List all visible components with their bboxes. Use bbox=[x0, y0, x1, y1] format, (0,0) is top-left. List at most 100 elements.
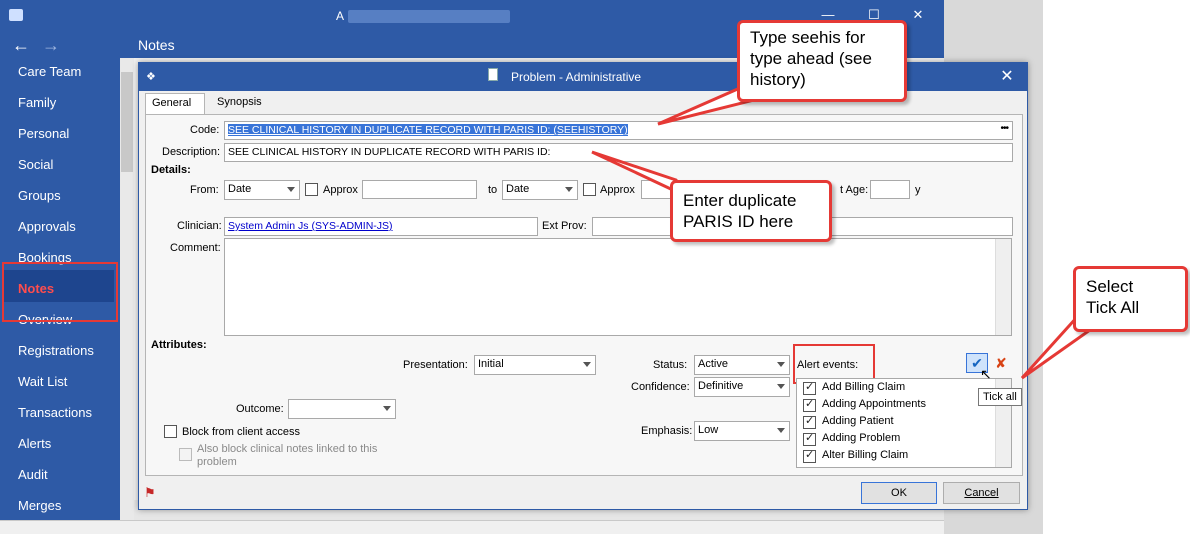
age-label: t Age: bbox=[840, 184, 869, 196]
also-block-label-line2: problem bbox=[197, 456, 237, 468]
code-value: SEE CLINICAL HISTORY IN DUPLICATE RECORD… bbox=[228, 124, 628, 136]
emphasis-label: Emphasis: bbox=[641, 425, 693, 437]
arrow-left-icon[interactable]: ← bbox=[12, 35, 30, 56]
callout-line: Enter duplicate bbox=[683, 191, 797, 210]
sidebar-item-personal[interactable]: Personal bbox=[18, 126, 69, 141]
alert-event-label: Adding Problem bbox=[822, 432, 901, 444]
tab-general[interactable]: General bbox=[145, 93, 205, 115]
presentation-value: Initial bbox=[478, 358, 504, 370]
callout-line: Select bbox=[1086, 277, 1134, 296]
age-input[interactable] bbox=[870, 180, 910, 199]
sidebar-item-social[interactable]: Social bbox=[18, 157, 53, 172]
callout-line: PARIS ID here bbox=[683, 212, 794, 231]
status-value: Active bbox=[698, 358, 728, 370]
tab-synopsis[interactable]: Synopsis bbox=[211, 93, 271, 115]
code-label: Code: bbox=[190, 124, 220, 136]
clinician-label: Clinician: bbox=[177, 220, 222, 232]
age-unit: y bbox=[915, 184, 921, 196]
block-client-access-checkbox[interactable] bbox=[164, 425, 177, 438]
status-select[interactable]: Active bbox=[694, 355, 790, 375]
sidebar-item-merges[interactable]: Merges bbox=[18, 498, 61, 513]
from-label: From: bbox=[190, 184, 219, 196]
sidebar-item-alerts[interactable]: Alerts bbox=[18, 436, 51, 451]
pin-icon[interactable]: ❖ bbox=[146, 70, 156, 83]
status-bar bbox=[0, 520, 944, 534]
app-title: A bbox=[336, 9, 345, 23]
app-icon bbox=[9, 9, 23, 21]
sidebar-item-registrations[interactable]: Registrations bbox=[18, 343, 94, 358]
description-label: Description: bbox=[162, 146, 221, 158]
chevron-down-icon bbox=[777, 362, 785, 367]
chevron-down-icon bbox=[583, 362, 591, 367]
ellipsis-icon[interactable]: ••• bbox=[1000, 123, 1008, 134]
dialog-close-icon[interactable]: ✕ bbox=[996, 66, 1018, 88]
description-field[interactable]: SEE CLINICAL HISTORY IN DUPLICATE RECORD… bbox=[224, 143, 1013, 162]
flag-icon[interactable]: ⚑ bbox=[144, 485, 156, 501]
chevron-down-icon bbox=[777, 428, 785, 433]
confidence-label: Confidence: bbox=[631, 381, 690, 393]
chevron-down-icon bbox=[777, 384, 785, 389]
sidebar-item-approvals[interactable]: Approvals bbox=[18, 219, 76, 234]
sidebar-item-care-team[interactable]: Care Team bbox=[18, 64, 81, 79]
alert-event-label: Add Billing Claim bbox=[822, 381, 906, 393]
confidence-select[interactable]: Definitive bbox=[694, 377, 790, 397]
block-client-access-label: Block from client access bbox=[182, 426, 300, 438]
notes-highlight-box bbox=[2, 262, 118, 322]
sidebar-item-groups[interactable]: Groups bbox=[18, 188, 61, 203]
comment-scrollbar[interactable] bbox=[995, 239, 1011, 335]
alert-event-label: Adding Appointments bbox=[822, 398, 926, 410]
to-label: to bbox=[488, 184, 498, 196]
alert-event-checkbox[interactable] bbox=[803, 448, 816, 463]
arrow-right-icon[interactable]: → bbox=[42, 35, 60, 56]
callout-line: history) bbox=[750, 70, 806, 89]
sidebar-item-wait-list[interactable]: Wait List bbox=[18, 374, 67, 389]
details-label: Details: bbox=[151, 164, 191, 176]
callout-line: Tick All bbox=[1086, 298, 1140, 317]
mouse-cursor-icon: ↖ bbox=[980, 366, 992, 382]
callout-tick-all: Select Tick All bbox=[1073, 266, 1188, 332]
from-date-select[interactable]: Date bbox=[224, 180, 300, 200]
callout-line: type ahead (see bbox=[750, 49, 872, 68]
sidebar-item-family[interactable]: Family bbox=[18, 95, 56, 110]
redacted-title bbox=[348, 10, 510, 23]
presentation-label: Presentation: bbox=[403, 359, 468, 371]
approx-checkbox[interactable] bbox=[305, 183, 318, 196]
outcome-label: Outcome: bbox=[236, 403, 284, 415]
alert-event-label: Alter Billing Claim bbox=[822, 449, 909, 461]
from-value-input[interactable] bbox=[362, 180, 477, 199]
callout-paris-id: Enter duplicate PARIS ID here bbox=[670, 180, 832, 242]
close-icon[interactable]: ✕ bbox=[908, 5, 928, 25]
cancel-button[interactable]: Cancel bbox=[943, 482, 1020, 504]
presentation-select[interactable]: Initial bbox=[474, 355, 596, 375]
chevron-down-icon bbox=[383, 406, 391, 411]
alert-event-checkbox[interactable] bbox=[803, 380, 816, 395]
clinician-link[interactable]: System Admin Js (SYS-ADMIN-JS) bbox=[228, 220, 393, 232]
description-value: SEE CLINICAL HISTORY IN DUPLICATE RECORD… bbox=[228, 146, 551, 158]
code-field[interactable]: SEE CLINICAL HISTORY IN DUPLICATE RECORD… bbox=[224, 121, 1013, 140]
emphasis-select[interactable]: Low bbox=[694, 421, 790, 441]
alert-event-label: Adding Patient bbox=[822, 415, 894, 427]
sidebar-item-audit[interactable]: Audit bbox=[18, 467, 48, 482]
from-date-value: Date bbox=[228, 183, 252, 195]
sidebar-scrollbar-thumb[interactable] bbox=[121, 72, 133, 172]
alert-event-checkbox[interactable] bbox=[803, 397, 816, 412]
also-block-label-line1: Also block clinical notes linked to this bbox=[197, 443, 378, 455]
confidence-value: Definitive bbox=[698, 380, 744, 392]
status-label: Status: bbox=[653, 359, 688, 371]
comment-label: Comment: bbox=[170, 242, 221, 254]
to-date-select[interactable]: Date bbox=[502, 180, 578, 200]
alert-event-checkbox[interactable] bbox=[803, 414, 816, 429]
also-block-checkbox[interactable] bbox=[179, 448, 192, 461]
ok-button[interactable]: OK bbox=[861, 482, 937, 504]
dialog-title: Problem - Administrative bbox=[511, 70, 642, 84]
attributes-label: Attributes: bbox=[151, 339, 207, 351]
tick-all-tooltip: Tick all bbox=[978, 388, 1022, 406]
sidebar-item-transactions[interactable]: Transactions bbox=[18, 405, 92, 420]
alert-event-checkbox[interactable] bbox=[803, 431, 816, 446]
approx2-checkbox[interactable] bbox=[583, 183, 596, 196]
chevron-down-icon bbox=[565, 187, 573, 192]
comment-textarea[interactable] bbox=[224, 238, 1012, 336]
clinician-field[interactable]: System Admin Js (SYS-ADMIN-JS) bbox=[224, 217, 538, 236]
untick-all-button[interactable]: ✘ bbox=[991, 353, 1011, 373]
outcome-select[interactable] bbox=[288, 399, 396, 419]
